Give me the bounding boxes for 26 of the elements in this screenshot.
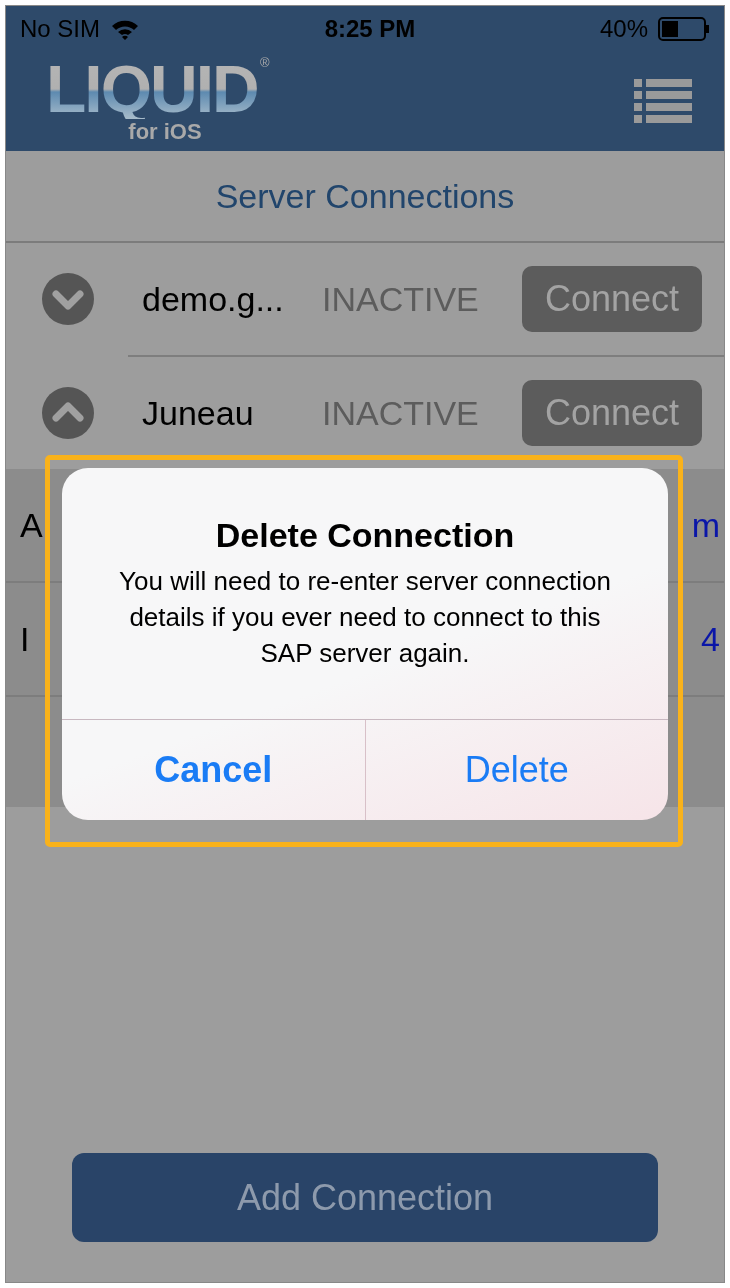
dialog-title: Delete Connection — [215, 516, 515, 555]
add-connection-button[interactable]: Add Connection — [72, 1153, 658, 1242]
chevron-down-icon[interactable] — [42, 273, 94, 325]
connection-status: INACTIVE — [322, 393, 480, 433]
cancel-button[interactable]: Cancel — [62, 720, 365, 820]
registered-mark: ® — [260, 54, 270, 70]
detail-label: I — [20, 619, 30, 659]
detail-label: A — [20, 505, 43, 545]
server-name: Juneau — [142, 393, 255, 433]
battery-percent: 40% — [599, 15, 648, 43]
chevron-up-icon[interactable] — [42, 387, 94, 439]
server-name: demo.g... — [142, 279, 285, 319]
detail-value: 4 — [701, 619, 720, 659]
battery-icon — [658, 17, 710, 41]
logo-subtitle: for iOS — [128, 118, 202, 145]
dialog-message: You will need to re-enter server connection details if you ever need to connect to this SAP server again. — [118, 565, 612, 670]
page-title: Server Connections — [215, 176, 515, 216]
detail-value: m — [691, 505, 720, 545]
connect-button[interactable]: Connect — [522, 266, 702, 332]
delete-button[interactable]: Delete — [364, 720, 668, 820]
clock-time: 8:25 PM — [324, 15, 416, 43]
connection-status: INACTIVE — [322, 279, 480, 319]
connect-button[interactable]: Connect — [522, 380, 702, 446]
menu-icon[interactable] — [634, 78, 692, 125]
carrier-label: No SIM — [20, 15, 100, 43]
wifi-icon — [110, 18, 140, 40]
